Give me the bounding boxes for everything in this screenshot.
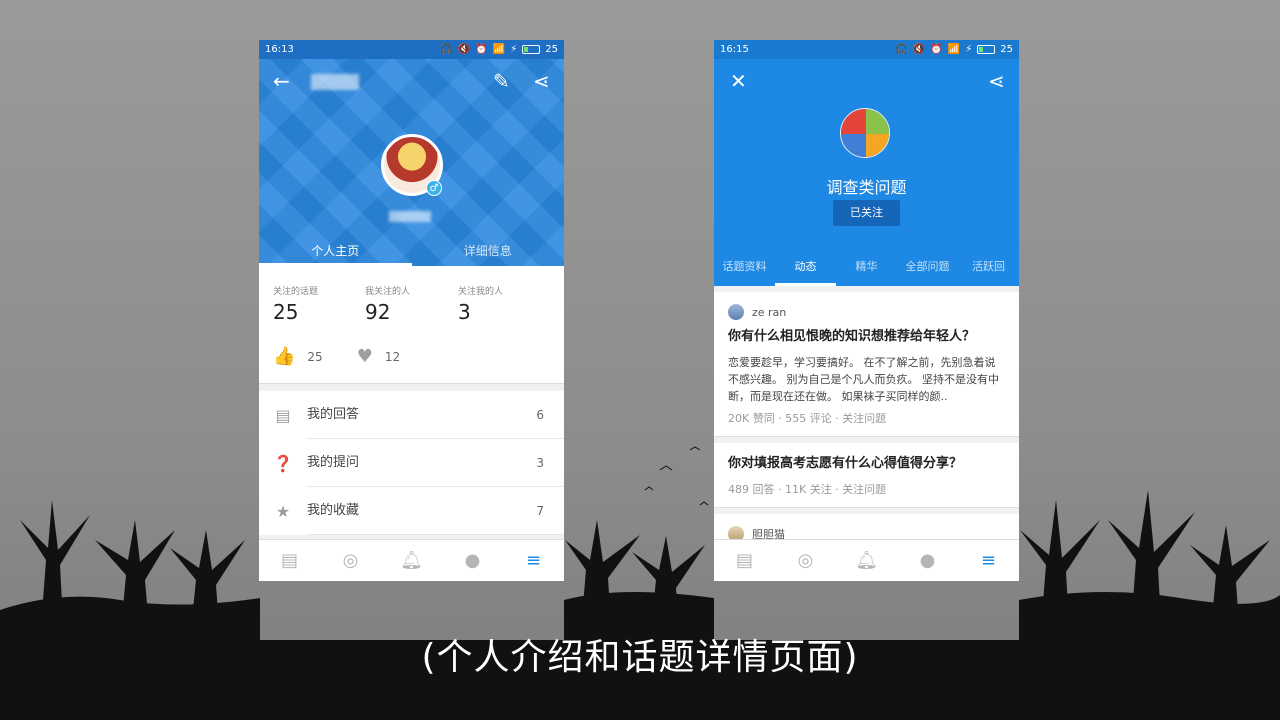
star-icon: ★ (275, 501, 291, 521)
wifi-icon: 📶 (947, 44, 961, 55)
tab-details[interactable]: 详细信息 (412, 232, 565, 266)
male-gender-icon: ♂ (426, 180, 442, 196)
menu-icon[interactable]: ≡ (958, 540, 1019, 581)
tab-topic-info[interactable]: 话题资料 (714, 248, 775, 286)
feed-icon[interactable]: ▤ (259, 540, 320, 581)
close-icon[interactable]: ✕ (730, 71, 747, 91)
charging-icon: ⚡ (965, 44, 973, 55)
menu-my-collections[interactable]: ★ 我的收藏 7 (259, 487, 564, 535)
thumbs-up-icon: 👍 (273, 346, 296, 367)
question-title[interactable]: 你有什么相见恨晚的知识想推荐给年轻人？ (728, 328, 1005, 346)
share-icon[interactable]: ⋖ (988, 71, 1005, 91)
share-icon[interactable]: ⋖ (533, 71, 550, 91)
topic-tabs: 话题资料 动态 精华 全部问题 活跃回 (714, 248, 1019, 286)
feed-item[interactable]: 你对填报高考志愿有什么心得值得分享？ 489 回答 · 11K 关注 · 关注问… (714, 443, 1019, 508)
profile-menu: ▤ 我的回答 6 ❓ 我的提问 3 ★ 我的收藏 7 (259, 391, 564, 535)
stat-followers[interactable]: 关注我的人 3 (458, 284, 503, 324)
battery-level: 25 (1000, 44, 1013, 55)
mute-icon: 🔇 (912, 44, 926, 55)
topic-header: 16:15 🎧 🔇 ⏰ 📶 ⚡ 25 ✕ ⋖ 调查类问题 已关注 话题资料 动态… (714, 40, 1019, 286)
username-blurred (311, 74, 359, 90)
tab-personal-home[interactable]: 个人主页 (259, 232, 412, 266)
author-name[interactable]: ze ran (752, 306, 786, 319)
author-avatar[interactable] (728, 304, 744, 320)
compass-icon[interactable]: ◎ (775, 540, 836, 581)
status-time: 16:13 (265, 44, 294, 55)
tab-essence[interactable]: 精华 (836, 248, 897, 286)
stat-followed-topics[interactable]: 关注的话题 25 (273, 284, 318, 324)
question-title[interactable]: 你对填报高考志愿有什么心得值得分享？ (728, 455, 1005, 473)
chat-bubble-icon[interactable]: ● (442, 540, 503, 581)
profile-screen: 16:13 🎧 🔇 ⏰ 📶 ⚡ 25 ← ✎ ⋖ ♂ 个人主页 详细信息 关注的… (259, 40, 564, 581)
wifi-icon: 📶 (492, 44, 506, 55)
status-time: 16:15 (720, 44, 749, 55)
battery-icon (977, 45, 996, 54)
stats-card: 关注的话题 25 我关注的人 92 关注我的人 3 👍 25 ♥ 12 (259, 266, 564, 384)
topic-avatar (840, 108, 890, 158)
tab-activity[interactable]: 动态 (775, 248, 836, 286)
question-meta: 20K 赞同 · 555 评论 · 关注问题 (728, 412, 887, 425)
alarm-icon: ⏰ (475, 44, 488, 55)
edit-pencil-icon[interactable]: ✎ (493, 71, 510, 91)
profile-header: 16:13 🎧 🔇 ⏰ 📶 ⚡ 25 ← ✎ ⋖ ♂ 个人主页 详细信息 (259, 40, 564, 266)
background-scene (0, 446, 1280, 720)
menu-icon[interactable]: ≡ (503, 540, 564, 581)
feed-icon[interactable]: ▤ (714, 540, 775, 581)
likes-row: 👍 25 ♥ 12 (273, 346, 434, 367)
thanks-count: 12 (384, 349, 401, 364)
bell-icon[interactable]: 🔔︎ (381, 540, 442, 581)
tab-active-answerers[interactable]: 活跃回 (958, 248, 1019, 286)
headphones-icon: 🎧 (440, 44, 453, 55)
alarm-icon: ⏰ (930, 44, 943, 55)
topic-screen: 16:15 🎧 🔇 ⏰ 📶 ⚡ 25 ✕ ⋖ 调查类问题 已关注 话题资料 动态… (714, 40, 1019, 581)
agree-count: 25 (307, 349, 323, 364)
stat-following[interactable]: 我关注的人 92 (365, 284, 410, 324)
menu-my-questions[interactable]: ❓ 我的提问 3 (259, 439, 564, 487)
menu-my-answers[interactable]: ▤ 我的回答 6 (259, 391, 564, 439)
compass-icon[interactable]: ◎ (320, 540, 381, 581)
bottom-nav: ▤ ◎ 🔔︎ ● ≡ (714, 539, 1019, 581)
slide-caption: (个人介绍和话题详情页面) (421, 637, 859, 678)
question-icon: ❓ (273, 453, 293, 473)
nickname-blurred (389, 211, 431, 222)
question-meta: 489 回答 · 11K 关注 · 关注问题 (728, 483, 887, 496)
answer-excerpt[interactable]: 恋爱要趁早，学习要搞好。 在不了解之前，先别急着说不感兴趣。 别为自己是个凡人而… (728, 354, 1005, 405)
battery-level: 25 (545, 44, 558, 55)
profile-tabs: 个人主页 详细信息 (259, 232, 564, 266)
battery-icon (522, 45, 541, 54)
status-bar: 16:15 🎧 🔇 ⏰ 📶 ⚡ 25 (714, 40, 1019, 59)
status-bar: 16:13 🎧 🔇 ⏰ 📶 ⚡ 25 (259, 40, 564, 59)
mute-icon: 🔇 (457, 44, 471, 55)
back-arrow-icon[interactable]: ← (273, 71, 290, 91)
answer-icon: ▤ (275, 405, 291, 425)
bottom-nav: ▤ ◎ 🔔︎ ● ≡ (259, 539, 564, 581)
topic-title: 调查类问题 (826, 178, 907, 197)
followed-button[interactable]: 已关注 (833, 200, 900, 226)
bell-icon[interactable]: 🔔︎ (836, 540, 897, 581)
charging-icon: ⚡ (510, 44, 518, 55)
feed-item[interactable]: ze ran 你有什么相见恨晚的知识想推荐给年轻人？ 恋爱要趁早，学习要搞好。 … (714, 292, 1019, 437)
tab-all-questions[interactable]: 全部问题 (897, 248, 958, 286)
heart-icon: ♥ (356, 346, 373, 367)
headphones-icon: 🎧 (895, 44, 908, 55)
chat-bubble-icon[interactable]: ● (897, 540, 958, 581)
